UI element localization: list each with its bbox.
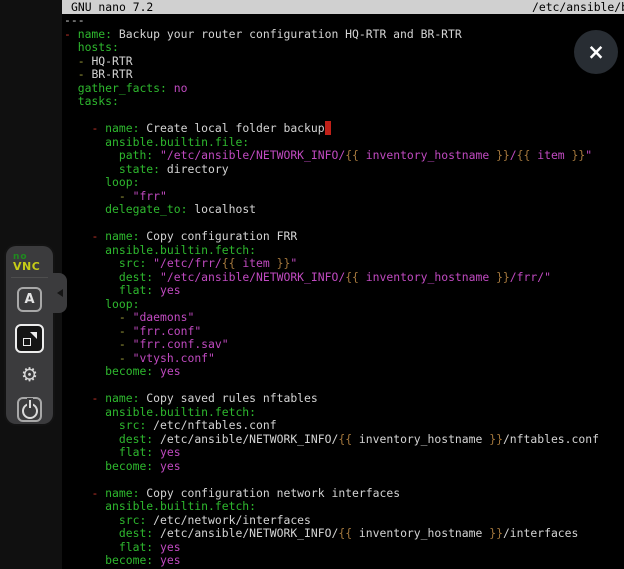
editor-line[interactable]: - name: Copy saved rules nftables bbox=[64, 392, 622, 406]
editor-line[interactable]: - name: Copy configuration network inter… bbox=[64, 487, 622, 501]
editor-line[interactable] bbox=[64, 379, 622, 393]
editor-line[interactable]: path: "/etc/ansible/NETWORK_INFO/{{ inve… bbox=[64, 149, 622, 163]
close-icon: × bbox=[587, 42, 605, 63]
novnc-logo: no VNC bbox=[6, 246, 53, 272]
vnc-control-bar: no VNC A ⚙ bbox=[6, 246, 53, 424]
editor-line[interactable]: ansible.builtin.fetch: bbox=[64, 500, 622, 514]
fullscreen-icon bbox=[23, 332, 37, 346]
editor-line[interactable]: dest: /etc/ansible/NETWORK_INFO/{{ inven… bbox=[64, 527, 622, 541]
editor-line[interactable]: src: /etc/nftables.conf bbox=[64, 419, 622, 433]
editor-line[interactable] bbox=[64, 109, 622, 123]
nano-version-label: GNU nano 7.2 bbox=[71, 0, 153, 14]
power-icon bbox=[22, 403, 38, 419]
close-button[interactable]: × bbox=[574, 30, 618, 74]
editor-line[interactable]: gather_facts: no bbox=[64, 82, 622, 96]
settings-button[interactable]: ⚙ bbox=[17, 363, 42, 388]
editor-line[interactable]: become: yes bbox=[64, 460, 622, 474]
editor-line[interactable]: become: yes bbox=[64, 554, 622, 568]
chevron-left-icon bbox=[57, 289, 63, 297]
editor-line[interactable]: delegate_to: localhost bbox=[64, 203, 622, 217]
editor-line[interactable]: ansible.builtin.fetch: bbox=[64, 406, 622, 420]
editor-line[interactable]: state: directory bbox=[64, 163, 622, 177]
editor-line[interactable] bbox=[64, 217, 622, 231]
editor-line[interactable]: become: yes bbox=[64, 365, 622, 379]
editor-line[interactable]: dest: "/etc/ansible/NETWORK_INFO/{{ inve… bbox=[64, 271, 622, 285]
editor-line[interactable]: flat: yes bbox=[64, 446, 622, 460]
editor-line[interactable]: ansible.builtin.file: bbox=[64, 136, 622, 150]
editor-line[interactable]: - "vtysh.conf" bbox=[64, 352, 622, 366]
editor-line[interactable]: tasks: bbox=[64, 95, 622, 109]
editor-line[interactable]: - "daemons" bbox=[64, 311, 622, 325]
vnc-screen: GNU nano 7.2 /etc/ansible/b ---- name: B… bbox=[0, 0, 624, 569]
editor-content[interactable]: ---- name: Backup your router configurat… bbox=[64, 14, 622, 568]
editor-line[interactable]: flat: yes bbox=[64, 541, 622, 555]
control-bar-divider bbox=[11, 277, 48, 278]
novnc-logo-bottom: VNC bbox=[13, 261, 53, 272]
editor-line[interactable]: - name: Backup your router configuration… bbox=[64, 28, 622, 42]
power-button[interactable] bbox=[17, 397, 42, 422]
editor-line[interactable] bbox=[64, 473, 622, 487]
editor-line[interactable]: loop: bbox=[64, 298, 622, 312]
editor-line[interactable]: - "frr" bbox=[64, 190, 622, 204]
editor-line[interactable]: dest: /etc/ansible/NETWORK_INFO/{{ inven… bbox=[64, 433, 622, 447]
editor-line[interactable]: flat: yes bbox=[64, 284, 622, 298]
editor-line[interactable]: - "frr.conf" bbox=[64, 325, 622, 339]
control-bar-handle[interactable] bbox=[53, 273, 67, 313]
editor-line[interactable]: - HQ-RTR bbox=[64, 55, 622, 69]
editor-line[interactable]: - BR-RTR bbox=[64, 68, 622, 82]
editor-line[interactable]: src: /etc/network/interfaces bbox=[64, 514, 622, 528]
editor-line[interactable]: - name: Create local folder backup bbox=[64, 122, 622, 136]
editor-line[interactable]: src: "/etc/frr/{{ item }}" bbox=[64, 257, 622, 271]
editor-line[interactable]: hosts: bbox=[64, 41, 622, 55]
keyboard-icon: A bbox=[24, 292, 34, 307]
editor-line[interactable]: - "frr.conf.sav" bbox=[64, 338, 622, 352]
gear-icon: ⚙ bbox=[21, 366, 38, 385]
nano-filename-label: /etc/ansible/b bbox=[532, 0, 624, 14]
editor-line[interactable]: loop: bbox=[64, 176, 622, 190]
keyboard-button[interactable]: A bbox=[17, 287, 42, 312]
nano-title-bar: GNU nano 7.2 /etc/ansible/b bbox=[62, 0, 624, 14]
fullscreen-button[interactable] bbox=[15, 324, 44, 353]
editor-line[interactable]: ansible.builtin.fetch: bbox=[64, 244, 622, 258]
editor-line[interactable]: - name: Copy configuration FRR bbox=[64, 230, 622, 244]
editor-line[interactable]: --- bbox=[64, 14, 622, 28]
terminal-window: GNU nano 7.2 /etc/ansible/b ---- name: B… bbox=[62, 0, 624, 569]
